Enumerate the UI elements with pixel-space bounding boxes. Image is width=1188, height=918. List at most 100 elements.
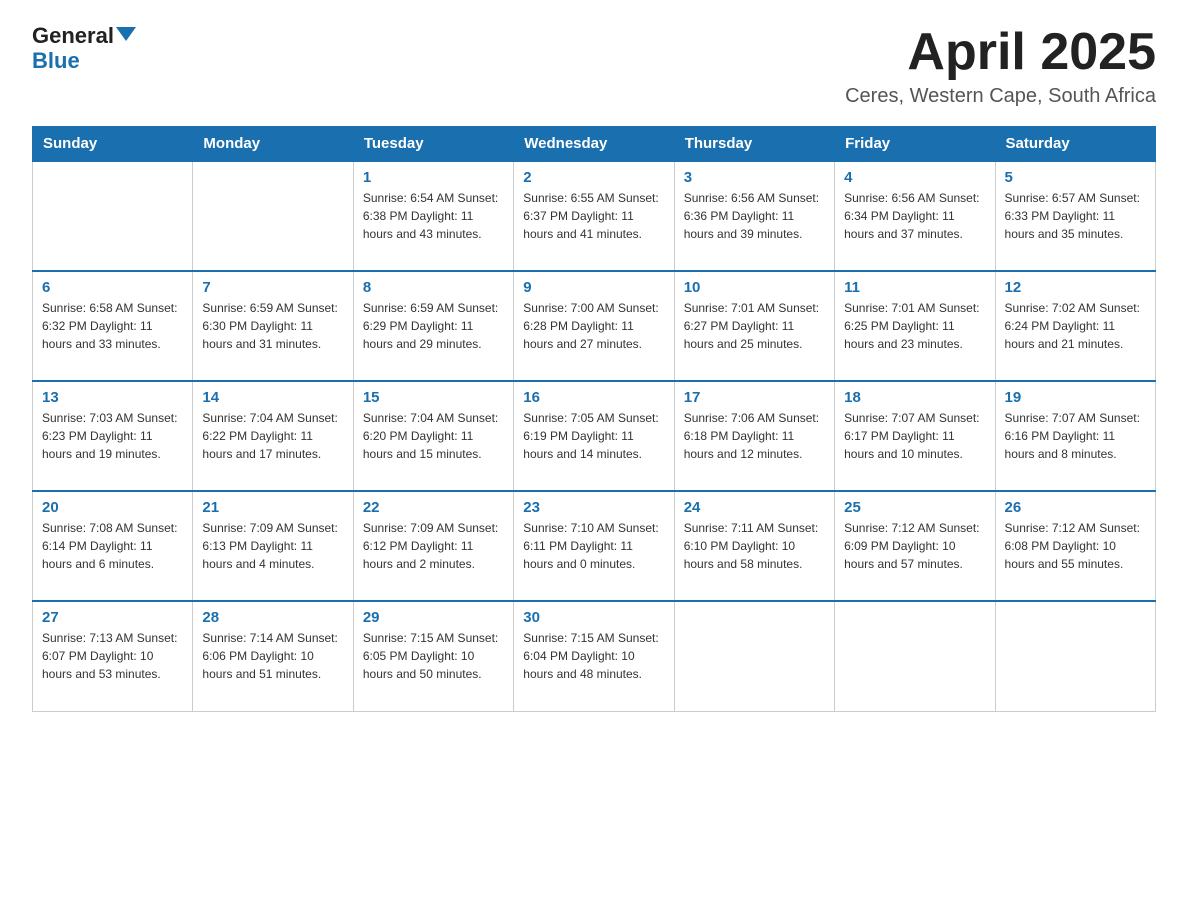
logo-text-general: General [32,24,114,48]
day-info: Sunrise: 6:54 AM Sunset: 6:38 PM Dayligh… [363,189,504,243]
calendar-cell: 5 Sunrise: 6:57 AM Sunset: 6:33 PM Daylig… [995,161,1155,271]
day-number: 7 [202,279,343,296]
day-number: 4 [844,169,985,186]
day-info: Sunrise: 6:58 AM Sunset: 6:32 PM Dayligh… [42,299,183,353]
calendar-cell: 14 Sunrise: 7:04 AM Sunset: 6:22 PM Dayli… [193,381,353,491]
calendar-cell: 12 Sunrise: 7:02 AM Sunset: 6:24 PM Dayli… [995,271,1155,381]
day-number: 29 [363,609,504,626]
day-info: Sunrise: 6:56 AM Sunset: 6:36 PM Dayligh… [684,189,825,243]
day-info: Sunrise: 6:59 AM Sunset: 6:29 PM Dayligh… [363,299,504,353]
page-header: General Blue April 2025 Ceres, Western C… [32,24,1156,108]
calendar-cell: 8 Sunrise: 6:59 AM Sunset: 6:29 PM Daylig… [353,271,513,381]
day-info: Sunrise: 7:02 AM Sunset: 6:24 PM Dayligh… [1005,299,1146,353]
day-info: Sunrise: 7:09 AM Sunset: 6:12 PM Dayligh… [363,519,504,573]
day-info: Sunrise: 7:04 AM Sunset: 6:22 PM Dayligh… [202,409,343,463]
day-info: Sunrise: 7:07 AM Sunset: 6:16 PM Dayligh… [1005,409,1146,463]
day-info: Sunrise: 7:08 AM Sunset: 6:14 PM Dayligh… [42,519,183,573]
day-info: Sunrise: 6:59 AM Sunset: 6:30 PM Dayligh… [202,299,343,353]
calendar-cell: 26Sunrise: 7:12 AM Sunset: 6:08 PM Dayli… [995,491,1155,601]
day-number: 10 [684,279,825,296]
calendar-cell: 1 Sunrise: 6:54 AM Sunset: 6:38 PM Daylig… [353,161,513,271]
calendar-cell: 2 Sunrise: 6:55 AM Sunset: 6:37 PM Daylig… [514,161,674,271]
calendar-table: SundayMondayTuesdayWednesdayThursdayFrid… [32,126,1156,712]
calendar-cell: 25Sunrise: 7:12 AM Sunset: 6:09 PM Dayli… [835,491,995,601]
day-info: Sunrise: 6:55 AM Sunset: 6:37 PM Dayligh… [523,189,664,243]
calendar-cell: 3 Sunrise: 6:56 AM Sunset: 6:36 PM Daylig… [674,161,834,271]
calendar-cell: 13Sunrise: 7:03 AM Sunset: 6:23 PM Dayli… [33,381,193,491]
logo: General Blue [32,24,136,74]
calendar-cell [193,161,353,271]
day-number: 5 [1005,169,1146,186]
calendar-cell: 22 Sunrise: 7:09 AM Sunset: 6:12 PM Dayli… [353,491,513,601]
calendar-header-row: SundayMondayTuesdayWednesdayThursdayFrid… [33,127,1156,162]
calendar-cell [835,601,995,711]
page-title: April 2025 [845,24,1156,81]
day-number: 24 [684,499,825,516]
calendar-cell: 11 Sunrise: 7:01 AM Sunset: 6:25 PM Dayli… [835,271,995,381]
calendar-header-tuesday: Tuesday [353,127,513,162]
day-info: Sunrise: 7:13 AM Sunset: 6:07 PM Dayligh… [42,629,183,683]
calendar-cell: 27Sunrise: 7:13 AM Sunset: 6:07 PM Dayli… [33,601,193,711]
day-number: 6 [42,279,183,296]
day-number: 17 [684,389,825,406]
day-number: 21 [202,499,343,516]
calendar-cell: 10 Sunrise: 7:01 AM Sunset: 6:27 PM Dayli… [674,271,834,381]
calendar-cell: 19 Sunrise: 7:07 AM Sunset: 6:16 PM Dayli… [995,381,1155,491]
calendar-header-monday: Monday [193,127,353,162]
day-number: 19 [1005,389,1146,406]
calendar-cell: 24 Sunrise: 7:11 AM Sunset: 6:10 PM Dayli… [674,491,834,601]
calendar-header-saturday: Saturday [995,127,1155,162]
calendar-cell: 28Sunrise: 7:14 AM Sunset: 6:06 PM Dayli… [193,601,353,711]
calendar-cell: 15 Sunrise: 7:04 AM Sunset: 6:20 PM Dayli… [353,381,513,491]
day-info: Sunrise: 7:12 AM Sunset: 6:08 PM Dayligh… [1005,519,1146,573]
page-subtitle: Ceres, Western Cape, South Africa [845,85,1156,108]
calendar-header-sunday: Sunday [33,127,193,162]
day-number: 30 [523,609,664,626]
calendar-cell: 20 Sunrise: 7:08 AM Sunset: 6:14 PM Dayli… [33,491,193,601]
calendar-cell: 6 Sunrise: 6:58 AM Sunset: 6:32 PM Daylig… [33,271,193,381]
day-info: Sunrise: 7:01 AM Sunset: 6:25 PM Dayligh… [844,299,985,353]
day-info: Sunrise: 6:56 AM Sunset: 6:34 PM Dayligh… [844,189,985,243]
day-info: Sunrise: 7:10 AM Sunset: 6:11 PM Dayligh… [523,519,664,573]
day-info: Sunrise: 7:06 AM Sunset: 6:18 PM Dayligh… [684,409,825,463]
day-info: Sunrise: 7:15 AM Sunset: 6:05 PM Dayligh… [363,629,504,683]
day-info: Sunrise: 6:57 AM Sunset: 6:33 PM Dayligh… [1005,189,1146,243]
calendar-cell: 16 Sunrise: 7:05 AM Sunset: 6:19 PM Dayli… [514,381,674,491]
calendar-week-row: 27Sunrise: 7:13 AM Sunset: 6:07 PM Dayli… [33,601,1156,711]
day-info: Sunrise: 7:14 AM Sunset: 6:06 PM Dayligh… [202,629,343,683]
calendar-cell: 29 Sunrise: 7:15 AM Sunset: 6:05 PM Dayli… [353,601,513,711]
day-number: 16 [523,389,664,406]
calendar-week-row: 6 Sunrise: 6:58 AM Sunset: 6:32 PM Daylig… [33,271,1156,381]
day-number: 3 [684,169,825,186]
day-info: Sunrise: 7:07 AM Sunset: 6:17 PM Dayligh… [844,409,985,463]
day-info: Sunrise: 7:12 AM Sunset: 6:09 PM Dayligh… [844,519,985,573]
day-info: Sunrise: 7:09 AM Sunset: 6:13 PM Dayligh… [202,519,343,573]
calendar-header-friday: Friday [835,127,995,162]
calendar-header-thursday: Thursday [674,127,834,162]
calendar-cell [33,161,193,271]
logo-text-blue: Blue [32,48,80,74]
day-info: Sunrise: 7:00 AM Sunset: 6:28 PM Dayligh… [523,299,664,353]
day-number: 12 [1005,279,1146,296]
day-info: Sunrise: 7:04 AM Sunset: 6:20 PM Dayligh… [363,409,504,463]
day-info: Sunrise: 7:03 AM Sunset: 6:23 PM Dayligh… [42,409,183,463]
day-number: 15 [363,389,504,406]
day-info: Sunrise: 7:01 AM Sunset: 6:27 PM Dayligh… [684,299,825,353]
day-info: Sunrise: 7:05 AM Sunset: 6:19 PM Dayligh… [523,409,664,463]
day-info: Sunrise: 7:15 AM Sunset: 6:04 PM Dayligh… [523,629,664,683]
calendar-cell: 30 Sunrise: 7:15 AM Sunset: 6:04 PM Dayli… [514,601,674,711]
calendar-cell: 21 Sunrise: 7:09 AM Sunset: 6:13 PM Dayli… [193,491,353,601]
day-number: 22 [363,499,504,516]
day-number: 2 [523,169,664,186]
day-number: 8 [363,279,504,296]
calendar-header-wednesday: Wednesday [514,127,674,162]
calendar-cell: 7 Sunrise: 6:59 AM Sunset: 6:30 PM Daylig… [193,271,353,381]
calendar-week-row: 13Sunrise: 7:03 AM Sunset: 6:23 PM Dayli… [33,381,1156,491]
day-number: 11 [844,279,985,296]
day-info: Sunrise: 7:11 AM Sunset: 6:10 PM Dayligh… [684,519,825,573]
day-number: 1 [363,169,504,186]
day-number: 14 [202,389,343,406]
calendar-cell: 23Sunrise: 7:10 AM Sunset: 6:11 PM Dayli… [514,491,674,601]
calendar-week-row: 20 Sunrise: 7:08 AM Sunset: 6:14 PM Dayli… [33,491,1156,601]
day-number: 20 [42,499,183,516]
